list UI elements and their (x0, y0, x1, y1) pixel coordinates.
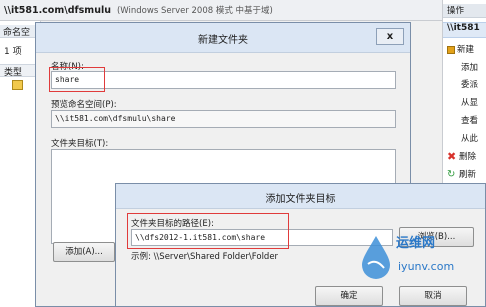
watermark-logo-icon (362, 236, 390, 279)
add-target-button[interactable]: 添加(A)... (53, 242, 115, 262)
new-folder-title: 新建文件夹 (198, 35, 248, 46)
watermark-text: 运维网 (396, 236, 436, 251)
namespace-path: \\it581.com\dfsmulu (4, 4, 111, 16)
item-count: 1 项 (4, 47, 22, 57)
add-target-title-bar[interactable]: 添加文件夹目标 (116, 184, 485, 209)
action-delegate[interactable]: 委派 (461, 78, 478, 90)
action-refresh[interactable]: ↻ 刷新 (447, 168, 476, 180)
preview-label: 预览命名空间(P): (51, 100, 117, 110)
targets-label: 文件夹目标(T): (51, 139, 109, 149)
delete-x-icon: ✖ (447, 149, 457, 163)
namespace-tab[interactable]: 命名空 (0, 25, 40, 38)
watermark: 运维网 iyunv.com (358, 232, 484, 304)
action-remove-display[interactable]: 从显 (461, 96, 478, 108)
highlight-box (49, 67, 105, 92)
actions-header: 操作 (443, 4, 486, 18)
action-add[interactable]: 添加 (461, 61, 478, 73)
folder-new-icon (447, 45, 455, 54)
close-button[interactable]: x (376, 28, 404, 45)
refresh-icon: ↻ (447, 168, 456, 180)
action-delete[interactable]: ✖ 删除 (447, 149, 476, 163)
new-folder-title-bar[interactable]: 新建文件夹 x (36, 23, 410, 53)
action-from-here[interactable]: 从此 (461, 132, 478, 144)
action-new-folder[interactable]: 新建 (447, 43, 474, 55)
path-example: 示例: \\Server\Shared Folder\Folder (131, 252, 279, 262)
column-header-type[interactable]: 类型 (0, 64, 40, 78)
add-target-title: 添加文件夹目标 (265, 194, 336, 205)
highlight-box (127, 213, 289, 249)
actions-selected-namespace[interactable]: \\it581 (443, 22, 486, 38)
folder-icon[interactable] (12, 80, 23, 90)
action-view[interactable]: 查看 (461, 114, 478, 126)
namespace-mode: (Windows Server 2008 模式 中基于域) (116, 6, 273, 16)
preview-namespace-field[interactable]: \\it581.com\dfsmulu\share (51, 110, 396, 128)
watermark-url: iyunv.com (398, 260, 455, 273)
mmc-title-bar: \\it581.com\dfsmulu (Windows Server 2008… (0, 0, 442, 21)
